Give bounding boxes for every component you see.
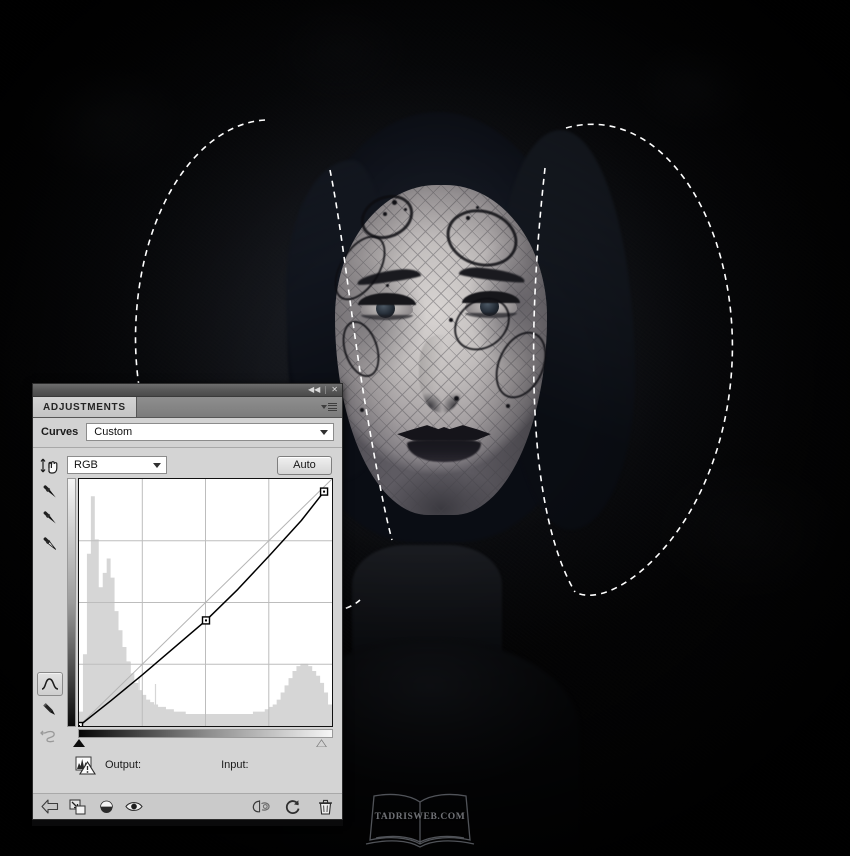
preset-dropdown[interactable]: Custom <box>86 423 334 441</box>
auto-button-label: Auto <box>293 459 316 471</box>
curves-label: Curves <box>41 426 79 438</box>
histogram-warning-icon[interactable] <box>75 754 99 776</box>
preset-value: Custom <box>94 426 133 438</box>
curves-main-column: RGB Auto Output: Input: <box>67 448 342 793</box>
channel-value: RGB <box>74 459 98 471</box>
collapse-arrows-icon[interactable]: ◀◀ <box>308 386 320 394</box>
auto-button[interactable]: Auto <box>277 455 332 475</box>
tab-adjustments[interactable]: ADJUSTMENTS <box>33 397 137 417</box>
selection-ellipse-center-right[interactable] <box>532 167 576 593</box>
panel-tab-row[interactable]: ADJUSTMENTS <box>33 397 342 418</box>
edit-points-curve-icon[interactable] <box>37 672 63 696</box>
panel-body: RGB Auto Output: Input: <box>33 448 342 793</box>
gray-point-eyedropper-icon[interactable] <box>37 506 63 530</box>
panel-drop-shadow <box>32 820 343 826</box>
delete-adjustment-layer-icon[interactable] <box>316 798 334 816</box>
reset-to-previous-state-icon[interactable] <box>252 798 270 816</box>
titlebar-divider <box>325 386 327 394</box>
white-point-eyedropper-icon[interactable] <box>37 532 63 556</box>
menu-caret-icon <box>321 405 327 409</box>
menu-lines-icon <box>328 402 337 412</box>
toggle-layer-visibility-icon[interactable] <box>125 798 143 816</box>
tab-adjustments-label: ADJUSTMENTS <box>43 401 126 413</box>
chevron-down-icon <box>153 462 161 468</box>
highlight-input-slider[interactable] <box>316 739 327 747</box>
close-icon[interactable]: ✕ <box>331 386 338 394</box>
adjustments-panel[interactable]: ◀◀ ✕ ADJUSTMENTS Curves Custom RGB Auto … <box>32 383 343 820</box>
output-gradient-strip <box>67 478 76 727</box>
curves-tool-column <box>33 448 67 793</box>
curves-graph-area <box>67 478 333 747</box>
return-to-adjustment-list-icon[interactable] <box>41 798 59 816</box>
channel-dropdown[interactable]: RGB <box>67 456 167 474</box>
preview-previous-state-icon[interactable] <box>97 798 115 816</box>
on-image-adjustment-tool-icon[interactable] <box>37 454 63 478</box>
watermark-logo: TADRISWEB.COM <box>360 788 480 850</box>
input-gradient-strip <box>78 729 333 738</box>
panel-titlebar[interactable]: ◀◀ ✕ <box>33 384 342 397</box>
preset-row: Curves Custom <box>33 418 342 448</box>
smooth-curve-icon[interactable] <box>37 724 63 748</box>
input-label: Input: <box>221 759 249 771</box>
tab-row-filler <box>137 397 320 417</box>
reset-adjustment-icon[interactable] <box>284 798 302 816</box>
chevron-down-icon <box>320 429 328 435</box>
output-label: Output: <box>105 759 142 771</box>
panel-footer-right <box>252 798 334 816</box>
shadow-input-slider[interactable] <box>73 739 85 747</box>
curves-graph[interactable] <box>78 478 333 727</box>
panel-menu-icon[interactable] <box>320 397 342 417</box>
clip-to-layer-icon[interactable] <box>69 798 87 816</box>
black-point-eyedropper-icon[interactable] <box>37 480 63 504</box>
output-input-readout-row: Output: Input: <box>67 746 334 784</box>
photoshop-screenshot: TADRISWEB.COM ◀◀ ✕ ADJUSTMENTS Curves Cu… <box>0 0 850 856</box>
panel-footer[interactable] <box>33 793 342 819</box>
channel-row: RGB Auto <box>67 452 334 478</box>
selection-ellipse-right[interactable] <box>565 123 734 597</box>
watermark-text: TADRISWEB.COM <box>374 812 466 822</box>
pencil-draw-curve-icon[interactable] <box>37 698 63 722</box>
